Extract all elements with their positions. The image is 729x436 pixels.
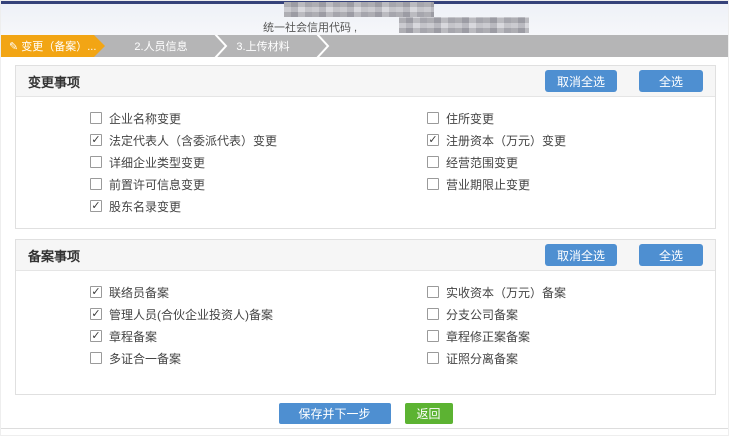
checkbox-unchecked[interactable] bbox=[427, 156, 439, 168]
checkbox-label: 注册资本（万元）变更 bbox=[446, 132, 566, 149]
checkbox-checked[interactable]: ✓ bbox=[90, 330, 102, 342]
checkbox-unchecked[interactable] bbox=[427, 112, 439, 124]
checkbox-checked[interactable]: ✓ bbox=[90, 134, 102, 146]
checkbox-label: 章程备案 bbox=[109, 328, 157, 345]
page-header-strip: 统一社会信用代码 , bbox=[1, 4, 729, 35]
chevron-divider-icon bbox=[315, 35, 331, 57]
checkbox-item[interactable]: ✓ 法定代表人（含委派代表）变更 bbox=[90, 129, 277, 151]
step-wizard: ✎ 变更（备案）... 2.人员信息 3.上传材料 bbox=[1, 35, 729, 57]
checkbox-label: 详细企业类型变更 bbox=[109, 154, 205, 171]
checkbox-unchecked[interactable] bbox=[427, 330, 439, 342]
section-change-items: 变更事项 取消全选 全选 企业名称变更 ✓ 法定代表人（含委派代表）变更详细企业类型… bbox=[15, 65, 716, 229]
checkbox-item[interactable]: 营业期限止变更 bbox=[427, 173, 566, 195]
checkbox-item[interactable]: ✓ 股东名录变更 bbox=[90, 195, 277, 217]
footer-divider-line bbox=[1, 428, 729, 429]
checkbox-label: 法定代表人（含委派代表）变更 bbox=[109, 132, 277, 149]
back-button[interactable]: 返回 bbox=[405, 403, 453, 424]
checkbox-label: 实收资本（万元）备案 bbox=[446, 284, 566, 301]
checkbox-item[interactable]: 实收资本（万元）备案 bbox=[427, 281, 566, 303]
select-all-button[interactable]: 全选 bbox=[639, 70, 703, 92]
checkbox-label: 证照分离备案 bbox=[446, 350, 518, 367]
checkbox-column-left: 企业名称变更 ✓ 法定代表人（含委派代表）变更详细企业类型变更前置许可信息变更 ✓ 股东… bbox=[90, 107, 277, 217]
footer-actions: 保存并下一步 返回 bbox=[1, 403, 729, 424]
checkbox-label: 营业期限止变更 bbox=[446, 176, 530, 193]
checkbox-unchecked[interactable] bbox=[427, 308, 439, 320]
redacted-credit-code bbox=[399, 17, 529, 33]
section-filing-items: 备案事项 取消全选 全选 ✓联络员备案✓管理人员(合伙企业投资人)备案✓章程备案… bbox=[15, 239, 716, 395]
checkbox-item[interactable]: 章程修正案备案 bbox=[427, 325, 566, 347]
checkbox-checked[interactable]: ✓ bbox=[90, 308, 102, 320]
checkbox-checked[interactable]: ✓ bbox=[90, 286, 102, 298]
checkbox-label: 前置许可信息变更 bbox=[109, 176, 205, 193]
section-header: 备案事项 取消全选 全选 bbox=[16, 240, 715, 271]
checkbox-label: 经营范围变更 bbox=[446, 154, 518, 171]
step-label: 2.人员信息 bbox=[134, 38, 187, 54]
checkbox-unchecked[interactable] bbox=[90, 112, 102, 124]
checkbox-item[interactable]: ✓ 联络员备案 bbox=[90, 281, 273, 303]
chevron-divider-icon bbox=[213, 35, 229, 57]
checkbox-column-left: ✓ 联络员备案 ✓ 管理人员(合伙企业投资人)备案 ✓ 章程备案多证合一备案 bbox=[90, 281, 273, 369]
checkbox-item[interactable]: 经营范围变更 bbox=[427, 151, 566, 173]
checkbox-label: 股东名录变更 bbox=[109, 198, 181, 215]
checkbox-item[interactable]: 证照分离备案 bbox=[427, 347, 566, 369]
checkbox-item[interactable]: 详细企业类型变更 bbox=[90, 151, 277, 173]
redacted-company-name bbox=[284, 2, 434, 17]
checkbox-item[interactable]: ✓ 章程备案 bbox=[90, 325, 273, 347]
checkbox-item[interactable]: ✓ 管理人员(合伙企业投资人)备案 bbox=[90, 303, 273, 325]
checkbox-unchecked[interactable] bbox=[427, 286, 439, 298]
checkbox-item[interactable]: ✓ 注册资本（万元）变更 bbox=[427, 129, 566, 151]
checkbox-checked[interactable]: ✓ bbox=[427, 134, 439, 146]
checkbox-column-right: 住所变更 ✓ 注册资本（万元）变更经营范围变更营业期限止变更 bbox=[427, 107, 566, 195]
select-all-button[interactable]: 全选 bbox=[639, 244, 703, 266]
checkbox-unchecked[interactable] bbox=[427, 178, 439, 190]
checkbox-label: 企业名称变更 bbox=[109, 110, 181, 127]
checkbox-unchecked[interactable] bbox=[90, 156, 102, 168]
checkbox-label: 联络员备案 bbox=[109, 284, 169, 301]
section-title: 变更事项 bbox=[28, 72, 80, 91]
checkbox-label: 分支公司备案 bbox=[446, 306, 518, 323]
checkbox-checked[interactable]: ✓ bbox=[90, 200, 102, 212]
step-change-filing[interactable]: ✎ 变更（备案）... bbox=[1, 35, 105, 57]
checkbox-label: 住所变更 bbox=[446, 110, 494, 127]
checkbox-area: 企业名称变更✓法定代表人（含委派代表）变更详细企业类型变更前置许可信息变更✓股东… bbox=[16, 97, 715, 107]
checkbox-unchecked[interactable] bbox=[427, 352, 439, 364]
cancel-select-all-button[interactable]: 取消全选 bbox=[545, 244, 617, 266]
checkbox-area: ✓联络员备案✓管理人员(合伙企业投资人)备案✓章程备案多证合一备案 实收资本（万… bbox=[16, 271, 715, 281]
checkbox-item[interactable]: 前置许可信息变更 bbox=[90, 173, 277, 195]
checkbox-label: 多证合一备案 bbox=[109, 350, 181, 367]
step-personnel-info[interactable]: 2.人员信息 bbox=[111, 35, 211, 57]
page: 统一社会信用代码 , ✎ 变更（备案）... 2.人员信息 3.上传材料 变更事… bbox=[0, 0, 729, 436]
save-and-next-button[interactable]: 保存并下一步 bbox=[279, 403, 391, 424]
checkbox-item[interactable]: 住所变更 bbox=[427, 107, 566, 129]
checkbox-unchecked[interactable] bbox=[90, 352, 102, 364]
step-label: 3.上传材料 bbox=[236, 38, 289, 54]
checkbox-item[interactable]: 企业名称变更 bbox=[90, 107, 277, 129]
checkbox-item[interactable]: 分支公司备案 bbox=[427, 303, 566, 325]
checkbox-unchecked[interactable] bbox=[90, 178, 102, 190]
checkbox-item[interactable]: 多证合一备案 bbox=[90, 347, 273, 369]
section-header: 变更事项 取消全选 全选 bbox=[16, 66, 715, 97]
checkbox-label: 章程修正案备案 bbox=[446, 328, 530, 345]
section-title: 备案事项 bbox=[28, 246, 80, 265]
checkbox-column-right: 实收资本（万元）备案分支公司备案章程修正案备案证照分离备案 bbox=[427, 281, 566, 369]
pencil-icon: ✎ bbox=[9, 40, 18, 53]
checkbox-label: 管理人员(合伙企业投资人)备案 bbox=[109, 306, 273, 323]
credit-code-label: 统一社会信用代码 , bbox=[263, 19, 357, 35]
cancel-select-all-button[interactable]: 取消全选 bbox=[545, 70, 617, 92]
step-label: 变更（备案）... bbox=[21, 38, 96, 54]
